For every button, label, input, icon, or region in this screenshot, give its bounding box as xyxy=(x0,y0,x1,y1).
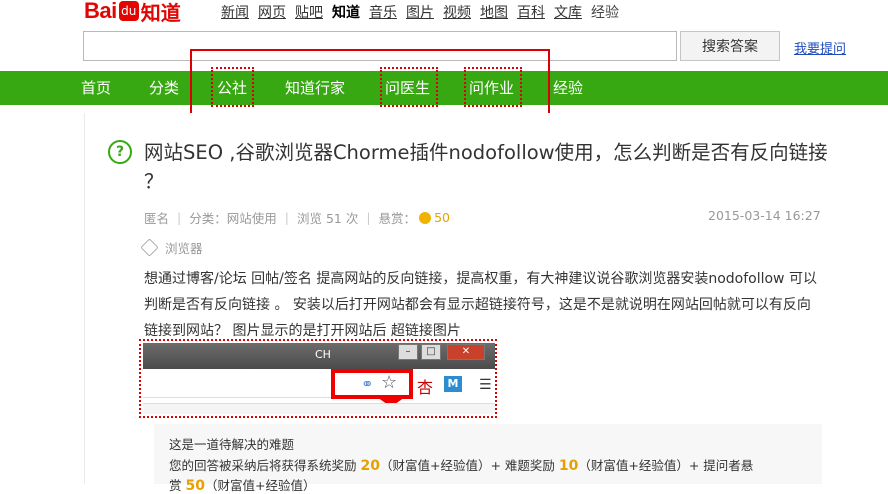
minimize-icon: – xyxy=(398,344,418,360)
question-mark-icon: ? xyxy=(108,140,132,164)
search-answer-button[interactable]: 搜索答案 xyxy=(680,31,780,61)
nav-category[interactable]: 分类 xyxy=(149,71,179,105)
highlight-box xyxy=(331,369,413,399)
product-nav-item[interactable]: 文库 xyxy=(554,2,582,22)
difficulty-reward: 10 xyxy=(558,458,579,474)
notice-title: 这是一道待解决的难题 xyxy=(169,437,295,452)
paw-icon: du xyxy=(118,1,139,21)
question-title: 网站SEO ,谷歌浏览器Chorme插件nodofollow使用，怎么判断是否有… xyxy=(144,141,828,193)
bounty-value: 50 xyxy=(434,210,450,225)
maximize-icon: □ xyxy=(421,344,441,360)
product-nav-item[interactable]: 贴吧 xyxy=(295,2,323,22)
notice-text: 您的回答被采纳后将获得系统奖励 xyxy=(169,458,361,473)
close-icon: ✕ xyxy=(447,344,485,360)
menu-icon: ☰ xyxy=(479,377,492,393)
product-nav-item[interactable]: 地图 xyxy=(480,2,508,22)
notice-text: （财富值+经验值）+ 难题奖励 xyxy=(379,458,559,473)
bounty-label: 悬赏： xyxy=(378,211,417,226)
question-image[interactable]: CH – □ ✕ ⚭ ☆ 杏 M ☰ xyxy=(139,339,497,418)
logo-zhidao-text: 知道 xyxy=(140,0,181,25)
ask-question-link[interactable]: 我要提问 xyxy=(794,38,846,57)
meta-divider: | xyxy=(284,210,289,225)
m-extension-icon: M xyxy=(444,376,462,392)
product-nav-item-active: 知道 xyxy=(332,5,360,21)
browser-titlebar: CH – □ ✕ xyxy=(143,343,495,369)
reward-notice: 这是一道待解决的难题 您的回答被采纳后将获得系统奖励 20（财富值+经验值）+ … xyxy=(154,424,822,494)
product-nav-item[interactable]: 网页 xyxy=(258,2,286,22)
question-body: 想通过博客/论坛 回帖/签名 提高网站的反向链接，提高权重，有大神建议说谷歌浏览… xyxy=(144,271,817,339)
notice-text: 赏 xyxy=(169,478,186,493)
coin-icon xyxy=(419,211,432,224)
notice-text: （财富值+经验值） xyxy=(204,478,316,493)
view-count: 浏览 51 次 xyxy=(296,211,359,226)
product-nav-item[interactable]: 新闻 xyxy=(221,2,249,22)
extension-icon: 杏 xyxy=(417,378,434,397)
tag-label: 浏览器 xyxy=(165,241,203,256)
nav-home[interactable]: 首页 xyxy=(81,71,111,105)
meta-divider: | xyxy=(177,210,182,225)
logo-bai-text: Bai xyxy=(84,0,117,23)
address-bar xyxy=(143,371,333,398)
meta-divider: | xyxy=(366,210,371,225)
tag-icon xyxy=(140,238,159,257)
product-nav-item[interactable]: 百科 xyxy=(517,2,545,22)
question-tag[interactable]: 浏览器 xyxy=(140,238,203,257)
category[interactable]: 分类：网站使用 xyxy=(189,208,277,227)
product-nav-item[interactable]: 图片 xyxy=(406,2,434,22)
product-nav-item[interactable]: 音乐 xyxy=(369,2,397,22)
author: 匿名 xyxy=(144,211,170,226)
notice-line-2: 您的回答被采纳后将获得系统奖励 20（财富值+经验值）+ 难题奖励 10（财富值… xyxy=(169,455,753,474)
notice-line-3: 赏 50（财富值+经验值） xyxy=(169,475,315,494)
ime-indicator: CH xyxy=(315,348,331,361)
system-reward: 20 xyxy=(360,458,380,474)
baidu-zhidao-logo[interactable]: Bai du 知道 xyxy=(84,0,181,25)
product-nav-item[interactable]: 视频 xyxy=(443,2,471,22)
notice-text: （财富值+经验值）+ 提问者悬 xyxy=(578,458,754,473)
nav-experience[interactable]: 经验 xyxy=(553,71,583,105)
question-meta: 匿名 | 分类：网站使用 | 浏览 51 次 | 悬赏： 50 xyxy=(144,208,450,227)
product-nav-item[interactable]: 经验 xyxy=(591,2,619,22)
browser-content-edge xyxy=(143,403,495,414)
asker-bounty: 50 xyxy=(185,478,205,494)
question-date: 2015-03-14 16:27 xyxy=(708,208,821,223)
product-nav: 新闻 网页 贴吧 知道 音乐 图片 视频 地图 百科 文库 经验 xyxy=(221,2,619,22)
